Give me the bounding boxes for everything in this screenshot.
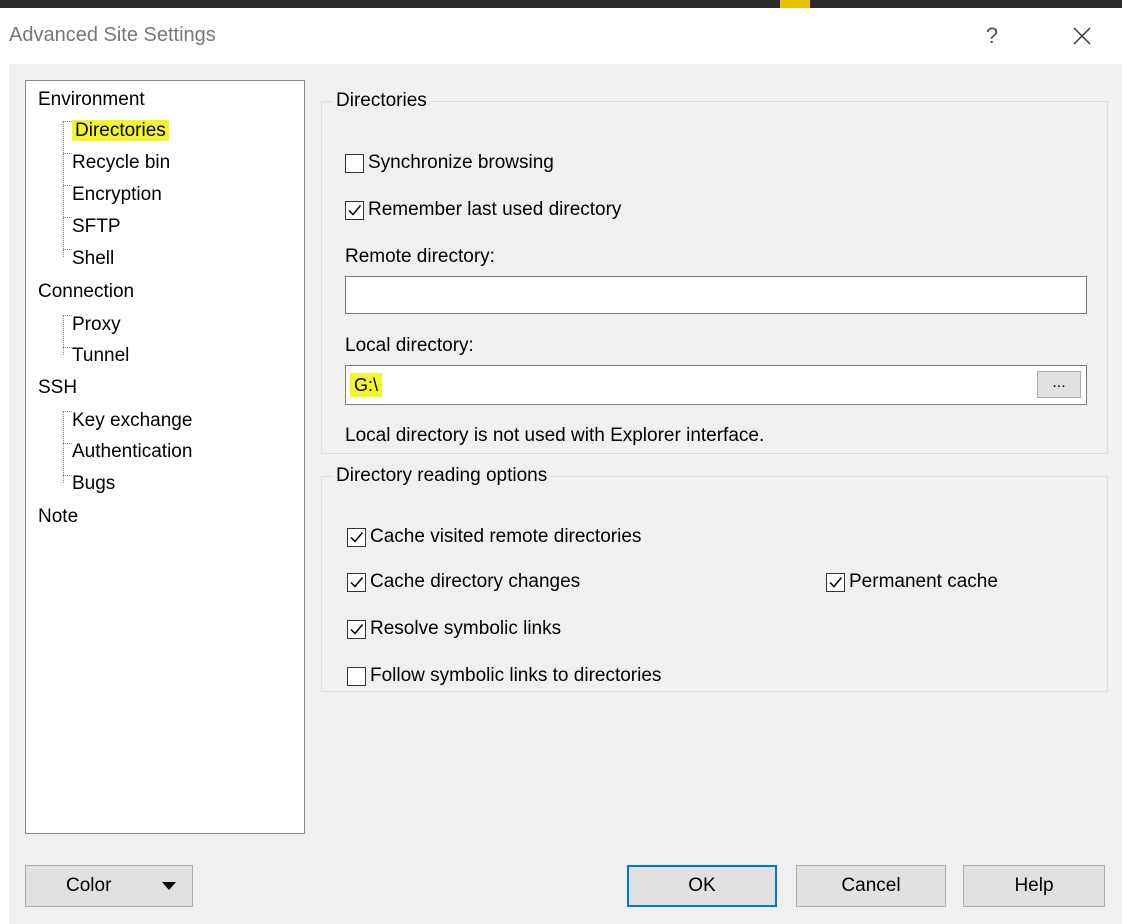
checkbox-label: Remember last used directory bbox=[368, 199, 622, 220]
local-directory-value[interactable]: G:\ bbox=[350, 373, 383, 397]
checkbox-box bbox=[826, 572, 845, 592]
tree-connector bbox=[63, 185, 72, 186]
synchronize-browsing-checkbox[interactable]: Synchronize browsing bbox=[345, 152, 554, 174]
tree-item-label: Proxy bbox=[72, 314, 121, 335]
remote-directory-label: Remote directory: bbox=[345, 246, 495, 267]
tree-item-authentication[interactable]: Authentication bbox=[72, 439, 192, 465]
tree-item-ssh[interactable]: SSH bbox=[38, 375, 77, 401]
tree-item-label: Directories bbox=[72, 120, 169, 141]
follow-symbolic-links-checkbox[interactable]: Follow symbolic links to directories bbox=[347, 665, 661, 687]
tree-item-label: Connection bbox=[38, 281, 135, 302]
checkbox-label: Cache visited remote directories bbox=[370, 526, 642, 547]
tree-item-label: Bugs bbox=[72, 473, 116, 494]
tree-item-sftp[interactable]: SFTP bbox=[72, 214, 121, 240]
tree-item-label: Note bbox=[38, 506, 79, 527]
ok-button[interactable]: OK bbox=[627, 865, 777, 907]
tree-item-encryption[interactable]: Encryption bbox=[72, 182, 162, 208]
tree-connector bbox=[63, 121, 64, 257]
resolve-symbolic-links-checkbox[interactable]: Resolve symbolic links bbox=[347, 618, 561, 640]
help-title-button[interactable]: ? bbox=[969, 16, 1015, 56]
advanced-site-settings-dialog: Advanced Site Settings ? Environment Dir… bbox=[9, 8, 1122, 924]
help-button[interactable]: Help bbox=[963, 865, 1105, 907]
checkbox-label: Cache directory changes bbox=[370, 571, 581, 592]
checkbox-label: Permanent cache bbox=[849, 571, 998, 592]
checkmark-icon bbox=[829, 576, 843, 588]
browse-button[interactable]: ... bbox=[1037, 371, 1081, 398]
cache-visited-directories-checkbox[interactable]: Cache visited remote directories bbox=[347, 526, 641, 548]
reading-options-legend: Directory reading options bbox=[336, 465, 548, 486]
tree-connector bbox=[63, 347, 72, 348]
tree-item-directories[interactable]: Directories bbox=[72, 118, 169, 144]
checkbox-box bbox=[347, 572, 366, 592]
tree-connector bbox=[63, 411, 72, 412]
tree-item-label: Tunnel bbox=[72, 345, 130, 366]
background-window-strip bbox=[0, 0, 1122, 8]
tree-item-shell[interactable]: Shell bbox=[72, 246, 114, 272]
local-directory-label: Local directory: bbox=[345, 335, 474, 356]
tree-connector bbox=[63, 217, 72, 218]
title-bar: Advanced Site Settings ? bbox=[9, 8, 1122, 64]
tree-connector bbox=[63, 411, 64, 483]
remote-directory-input[interactable] bbox=[345, 276, 1087, 314]
tree-connector bbox=[63, 315, 72, 316]
directory-reading-options-group: Directory reading options Cache visited … bbox=[321, 465, 1108, 692]
tree-item-label: Shell bbox=[72, 248, 115, 269]
checkbox-box bbox=[345, 153, 364, 173]
tree-item-connection[interactable]: Connection bbox=[38, 279, 134, 305]
cache-directory-changes-checkbox[interactable]: Cache directory changes bbox=[347, 571, 580, 593]
tree-connector bbox=[63, 315, 64, 355]
tree-connector bbox=[63, 249, 72, 250]
tree-connector bbox=[63, 153, 72, 154]
checkmark-icon bbox=[350, 531, 364, 543]
checkmark-icon bbox=[350, 576, 364, 588]
tree-connector bbox=[63, 475, 72, 476]
tree-item-recycle-bin[interactable]: Recycle bin bbox=[72, 150, 170, 176]
settings-tree[interactable]: Environment Directories Recycle bin Encr… bbox=[25, 80, 305, 834]
checkbox-box bbox=[345, 200, 364, 220]
local-directory-note: Local directory is not used with Explore… bbox=[345, 425, 765, 446]
tree-item-label: Encryption bbox=[72, 184, 162, 205]
tree-connector bbox=[63, 121, 72, 122]
close-button[interactable] bbox=[1059, 16, 1105, 56]
dialog-title: Advanced Site Settings bbox=[9, 24, 216, 46]
dropdown-arrow-icon bbox=[162, 882, 176, 890]
remember-last-directory-checkbox[interactable]: Remember last used directory bbox=[345, 199, 621, 221]
tree-item-proxy[interactable]: Proxy bbox=[72, 312, 121, 338]
local-directory-input[interactable]: G:\ ... bbox=[345, 365, 1087, 405]
directories-group: Directories Synchronize browsing Remembe… bbox=[321, 90, 1108, 454]
checkbox-box bbox=[347, 619, 366, 639]
directories-group-legend: Directories bbox=[336, 90, 427, 111]
color-dropdown-button[interactable]: Color bbox=[25, 865, 193, 907]
background-highlight bbox=[780, 0, 810, 8]
color-button-label: Color bbox=[66, 875, 112, 896]
tree-connector bbox=[63, 443, 72, 444]
tree-item-label: Environment bbox=[38, 89, 145, 110]
tree-item-label: Authentication bbox=[72, 441, 193, 462]
remote-directory-field[interactable] bbox=[346, 277, 1086, 313]
tree-item-label: SSH bbox=[38, 377, 78, 398]
checkmark-icon bbox=[348, 204, 362, 216]
checkbox-label: Resolve symbolic links bbox=[370, 618, 562, 639]
tree-item-tunnel[interactable]: Tunnel bbox=[72, 343, 129, 369]
tree-item-label: SFTP bbox=[72, 216, 121, 237]
tree-item-label: Recycle bin bbox=[72, 152, 171, 173]
tree-item-key-exchange[interactable]: Key exchange bbox=[72, 408, 192, 434]
tree-item-environment[interactable]: Environment bbox=[38, 87, 145, 113]
checkbox-box bbox=[347, 527, 366, 547]
checkbox-label: Follow symbolic links to directories bbox=[370, 665, 662, 686]
close-icon bbox=[1073, 27, 1091, 45]
checkmark-icon bbox=[350, 623, 364, 635]
cancel-button[interactable]: Cancel bbox=[796, 865, 946, 907]
tree-item-note[interactable]: Note bbox=[38, 504, 78, 530]
permanent-cache-checkbox[interactable]: Permanent cache bbox=[826, 571, 998, 593]
tree-item-bugs[interactable]: Bugs bbox=[72, 471, 115, 497]
checkbox-label: Synchronize browsing bbox=[368, 152, 554, 173]
tree-item-label: Key exchange bbox=[72, 410, 193, 431]
checkbox-box bbox=[347, 666, 366, 686]
